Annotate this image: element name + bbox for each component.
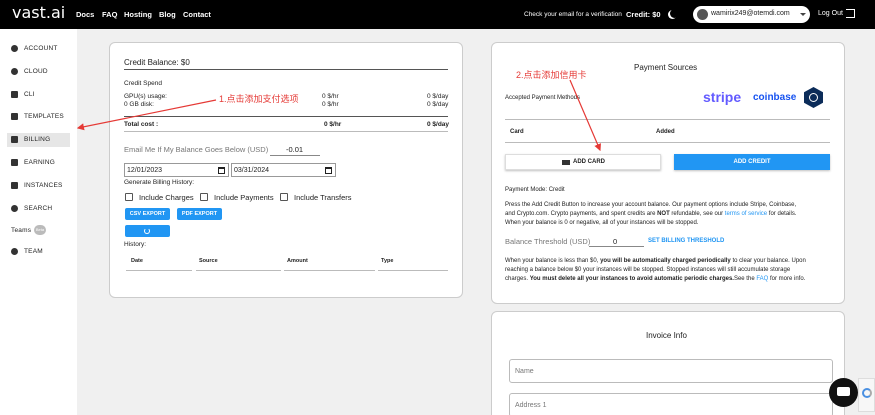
annotation-arrow-2	[569, 79, 601, 152]
annotation-arrows	[76, 79, 601, 152]
annotation-arrow-1	[76, 99, 217, 131]
